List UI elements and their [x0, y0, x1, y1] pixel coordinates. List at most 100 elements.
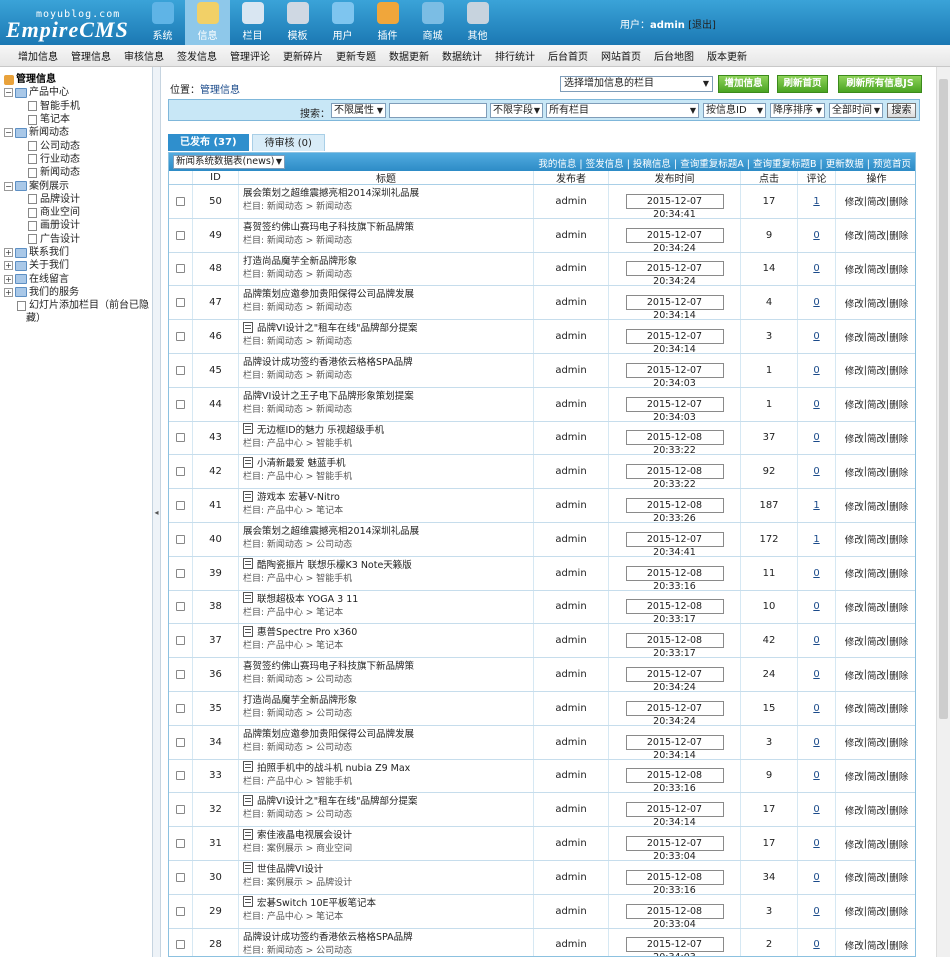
row-time-input[interactable]: 2015-12-07 20:34:03 [625, 396, 724, 423]
row-time-input[interactable]: 2015-12-08 20:33:22 [625, 464, 724, 490]
row-time-input[interactable]: 2015-12-08 20:33:04 [625, 903, 724, 930]
edit-link[interactable]: 修改 [845, 938, 864, 952]
row-title-link[interactable]: 打造尚品魔芋全新品牌形象 [243, 692, 357, 706]
row-checkbox[interactable] [176, 433, 185, 443]
row-checkbox[interactable] [176, 906, 185, 916]
list-top-link[interactable]: 我的信息 [538, 159, 576, 170]
tree-leaf[interactable]: 行业动态 [4, 153, 152, 166]
row-title[interactable]: 品牌VI设计之"租车在线"品牌部分提案 [243, 320, 418, 334]
row-title[interactable]: 品牌策划应邀参加贵阳保得公司品牌发展 [243, 286, 414, 300]
quick-edit-link[interactable]: 简改 [867, 397, 886, 411]
row-title-link[interactable]: 展会策划之超维震撼亮相2014深圳礼品展 [243, 523, 419, 537]
delete-link[interactable]: 删除 [889, 194, 908, 208]
row-time-input[interactable]: 2015-12-07 20:34:03 [625, 937, 724, 956]
nav-globe[interactable]: 系统 [140, 0, 185, 45]
row-time-input[interactable]: 2015-12-08 20:33:26 [625, 498, 724, 524]
refresh-home-button[interactable]: 刷新首页 [777, 75, 828, 93]
row-time-input[interactable]: 2015-12-07 20:33:04 [625, 836, 724, 862]
row-title[interactable]: 品牌设计成功签约香港依云格格SPA品牌 [243, 929, 413, 943]
quick-edit-link[interactable]: 简改 [867, 803, 886, 817]
row-title-link[interactable]: 索佳液晶电视展会设计 [257, 827, 352, 841]
order-field-select[interactable]: 按信息ID ▼ [703, 103, 766, 118]
row-time-input[interactable]: 2015-12-07 20:34:24 [625, 261, 724, 287]
edit-link[interactable]: 修改 [845, 769, 864, 783]
row-checkbox[interactable] [176, 332, 185, 342]
row-checkbox[interactable] [176, 872, 185, 882]
row-checkbox[interactable] [176, 940, 185, 950]
tree-folder[interactable]: − 案例展示 [4, 179, 152, 192]
subnav-item[interactable]: 管理信息 [71, 48, 111, 63]
edit-link[interactable]: 修改 [845, 870, 864, 884]
row-comments-link[interactable]: 0 [813, 737, 819, 748]
row-title[interactable]: 游戏本 宏碁V-Nitro [243, 489, 340, 503]
tree-extra-item[interactable]: 幻灯片添加栏目（前台已隐 [4, 299, 152, 312]
tree-leaf[interactable]: 笔记本 [4, 113, 152, 126]
plus-icon[interactable]: + [4, 261, 13, 271]
row-time-input[interactable]: 2015-12-07 20:34:14 [625, 802, 724, 828]
row-time-input[interactable]: 2015-12-07 20:34:03 [625, 362, 724, 389]
edit-link[interactable]: 修改 [845, 228, 864, 242]
refresh-js-button[interactable]: 刷新所有信息JS [838, 75, 922, 93]
tree-leaf[interactable]: 广告设计 [4, 233, 152, 246]
scrollbar[interactable] [936, 67, 950, 957]
order-dir-select[interactable]: 降序排序 ▼ [770, 103, 825, 118]
row-comments-link[interactable]: 0 [813, 906, 819, 917]
delete-link[interactable]: 删除 [889, 296, 908, 310]
row-comments-link[interactable]: 1 [813, 196, 819, 207]
row-comments-link[interactable]: 0 [813, 568, 819, 579]
plus-icon[interactable]: + [4, 274, 13, 284]
row-title[interactable]: 品牌设计成功签约香港依云格格SPA品牌 [243, 354, 413, 368]
row-comments-link[interactable]: 0 [813, 669, 819, 680]
row-title-link[interactable]: 无边框ID的魅力 乐视超级手机 [257, 422, 384, 436]
edit-link[interactable]: 修改 [845, 397, 864, 411]
list-top-link[interactable]: 投稿信息 [633, 159, 671, 170]
delete-link[interactable]: 删除 [889, 363, 908, 377]
delete-link[interactable]: 删除 [889, 668, 908, 682]
delete-link[interactable]: 删除 [889, 803, 908, 817]
tree-folder[interactable]: − 新闻动态 [4, 126, 152, 139]
field-select[interactable]: 不限字段 ▼ [490, 103, 543, 118]
row-title-link[interactable]: 惠普Spectre Pro x360 [257, 624, 357, 638]
row-time-input[interactable]: 2015-12-08 20:33:16 [625, 869, 724, 896]
edit-link[interactable]: 修改 [845, 803, 864, 817]
subnav-item[interactable]: 后台首页 [548, 48, 588, 63]
delete-link[interactable]: 删除 [889, 769, 908, 783]
row-title[interactable]: 拍照手机中的战斗机 nubia Z9 Max [243, 760, 410, 774]
row-title[interactable]: 无边框ID的魅力 乐视超级手机 [243, 422, 384, 436]
row-checkbox[interactable] [176, 399, 185, 409]
delete-link[interactable]: 删除 [889, 431, 908, 445]
row-checkbox[interactable] [176, 196, 185, 206]
row-checkbox[interactable] [176, 568, 185, 578]
tree-root[interactable]: 管理信息 [4, 73, 152, 86]
quick-edit-link[interactable]: 简改 [867, 363, 886, 377]
row-title-link[interactable]: 小清新最爱 魅蓝手机 [257, 455, 346, 469]
quick-edit-link[interactable]: 简改 [867, 938, 886, 952]
subnav-item[interactable]: 签发信息 [177, 48, 217, 63]
row-comments-link[interactable]: 0 [813, 872, 819, 883]
delete-link[interactable]: 删除 [889, 870, 908, 884]
breadcrumb-link[interactable]: 管理信息 [200, 85, 240, 96]
row-checkbox[interactable] [176, 501, 185, 511]
edit-link[interactable]: 修改 [845, 735, 864, 749]
row-comments-link[interactable]: 0 [813, 838, 819, 849]
subnav-item[interactable]: 管理评论 [230, 48, 270, 63]
row-time-input[interactable]: 2015-12-07 20:34:14 [625, 329, 724, 355]
tree-folder[interactable]: − 产品中心 [4, 86, 152, 99]
quick-edit-link[interactable]: 简改 [867, 701, 886, 715]
row-title[interactable]: 品牌VI设计之王子电下品牌形象策划提案 [243, 388, 414, 402]
attr-select[interactable]: 不限属性 ▼ [331, 103, 386, 118]
subnav-item[interactable]: 数据更新 [389, 48, 429, 63]
row-time-input[interactable]: 2015-12-07 20:34:14 [625, 295, 724, 321]
tree-extra-item[interactable]: 藏） [4, 312, 152, 325]
row-title[interactable]: 惠普Spectre Pro x360 [243, 624, 357, 638]
row-checkbox[interactable] [176, 264, 185, 274]
row-comments-link[interactable]: 0 [813, 297, 819, 308]
row-time-input[interactable]: 2015-12-08 20:33:17 [625, 599, 724, 625]
row-checkbox[interactable] [176, 636, 185, 646]
row-time-input[interactable]: 2015-12-08 20:33:16 [625, 768, 724, 794]
scrollbar-thumb[interactable] [939, 79, 948, 719]
column-filter-select[interactable]: 所有栏目 ▼ [546, 103, 699, 118]
row-comments-link[interactable]: 0 [813, 466, 819, 477]
delete-link[interactable]: 删除 [889, 701, 908, 715]
keyword-input[interactable] [389, 103, 487, 118]
